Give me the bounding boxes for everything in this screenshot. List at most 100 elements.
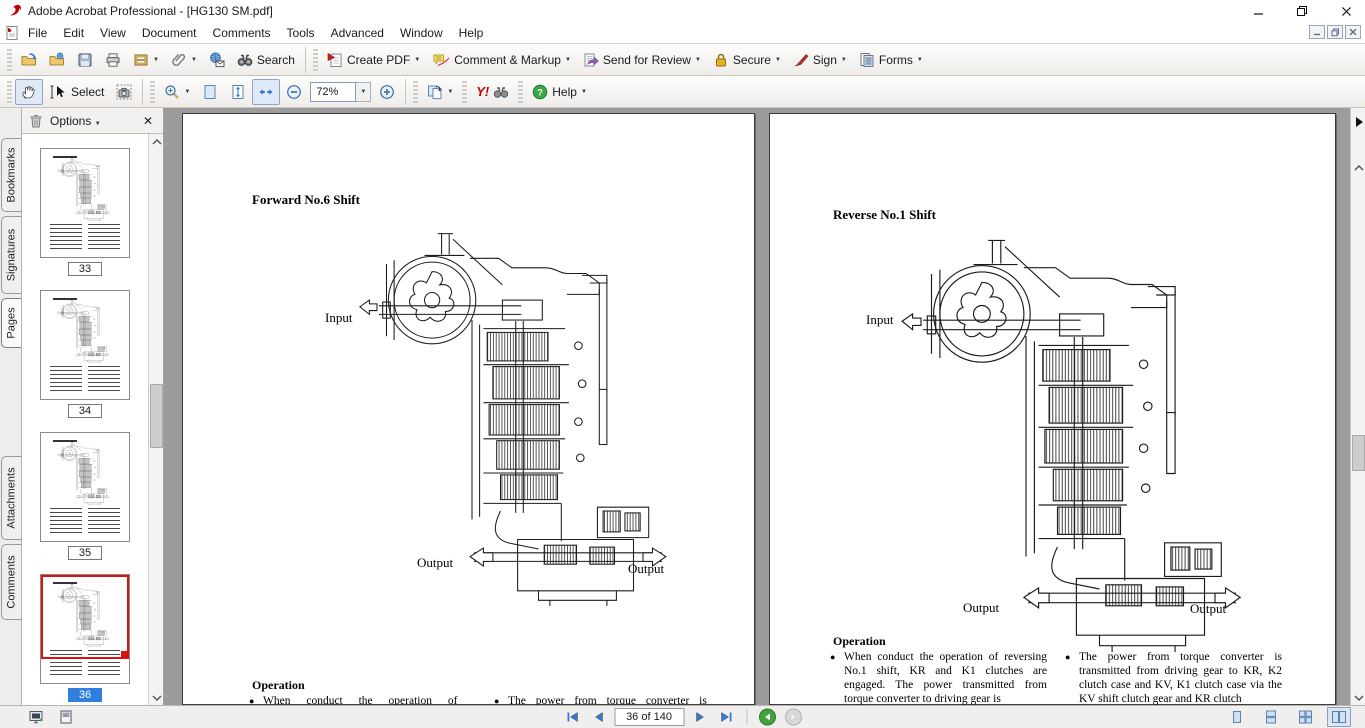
continuous-layout-button[interactable] [1259,707,1283,727]
zoom-dropdown-button[interactable]: ▼ [356,82,371,102]
thumbnail-item-33[interactable]: 33 [40,148,130,276]
menu-file[interactable]: File [20,24,55,42]
tab-pages[interactable]: Pages [1,298,21,348]
thumbnail-page-number[interactable]: 33 [68,262,102,276]
restore-button[interactable] [1291,2,1313,20]
last-page-button[interactable] [716,708,736,726]
thumbnail-page-number[interactable]: 34 [68,404,102,418]
thumbnail-image[interactable] [40,432,130,542]
previous-view-button[interactable] [757,708,777,726]
yahoo-search-button[interactable]: Y! [470,79,515,105]
thumbnail-image[interactable] [40,148,130,258]
zoom-value-input[interactable]: 72% [310,82,356,102]
options-menu-button[interactable]: Options ▼ [50,114,101,128]
fit-page-button[interactable] [196,79,224,105]
save-button[interactable] [71,47,99,73]
single-page-layout-button[interactable] [1225,707,1249,727]
snapshot-tool-button[interactable] [110,79,138,105]
document-scroll-thumb[interactable] [1352,435,1365,471]
facing-layout-button[interactable] [1327,707,1351,727]
page-indicator-input[interactable]: 36 of 140 [614,708,684,726]
next-page-button[interactable] [690,708,710,726]
open-web-button[interactable] [43,47,71,73]
menu-window[interactable]: Window [392,24,451,42]
forms-button[interactable]: Forms▼ [853,47,929,73]
thumbnail-item-35[interactable]: 35 [40,432,130,560]
toolbar-grip[interactable] [413,81,418,103]
sign-pen-icon [793,52,809,68]
panel-scroll-thumb[interactable] [150,384,163,448]
first-page-button[interactable] [562,708,582,726]
attach-button[interactable]: ▼ [165,47,203,73]
tab-comments[interactable]: Comments [1,544,21,620]
email-button[interactable] [203,47,231,73]
comment-markup-button[interactable]: Comment & Markup▼ [426,47,577,73]
menu-advanced[interactable]: Advanced [323,24,392,42]
thumbnail-item-34[interactable]: 34 [40,290,130,418]
thumbnail-image[interactable] [40,574,130,684]
fit-height-button[interactable] [224,79,252,105]
zoom-out-button[interactable] [280,79,308,105]
scroll-down-button[interactable] [149,690,164,705]
page-layout-controls [1225,707,1351,727]
search-button[interactable]: Search [231,47,301,73]
toolbar-grip[interactable] [150,81,155,103]
thumbnail-image[interactable] [40,290,130,400]
hand-tool-button[interactable] [15,79,43,105]
tab-attachments[interactable]: Attachments [1,456,21,540]
create-pdf-button[interactable]: Create PDF▼ [321,47,426,73]
page-view-indicator[interactable] [41,575,129,659]
panel-close-button[interactable]: ✕ [139,114,157,128]
dropdown-caret-icon: ▼ [695,57,701,63]
trash-icon[interactable] [28,113,44,129]
help-button[interactable]: ?Help▼ [526,79,593,105]
next-view-button[interactable] [783,708,803,726]
reading-mode-icon[interactable] [28,709,44,725]
menu-view[interactable]: View [92,24,134,42]
menu-edit[interactable]: Edit [55,24,92,42]
thumbnail-page-number[interactable]: 36 [68,688,102,702]
select-tool-button[interactable]: Select [43,79,110,105]
menu-help[interactable]: Help [451,24,492,42]
pane-toggle-button[interactable] [1351,114,1365,129]
menu-comments[interactable]: Comments [205,24,279,42]
close-button[interactable] [1335,2,1357,20]
toolbar-grip[interactable] [462,81,467,103]
sign-button[interactable]: Sign▼ [787,47,853,73]
open-button[interactable] [15,47,43,73]
scroll-down-button[interactable] [1351,690,1365,705]
tab-signatures[interactable]: Signatures [1,216,21,294]
secure-lock-icon [713,52,729,68]
previous-page-button[interactable] [588,708,608,726]
toolbar-grip[interactable] [7,49,12,71]
toolbar-grip[interactable] [7,81,12,103]
facing-pages-icon [1331,710,1347,724]
bullet: ● [494,694,508,705]
mdi-restore-button[interactable] [1327,25,1343,39]
scroll-up-button[interactable] [1351,160,1365,175]
toolbar-grip[interactable] [518,81,523,103]
mdi-close-button[interactable] [1345,25,1361,39]
fit-width-button[interactable] [252,79,280,105]
tab-bookmarks[interactable]: Bookmarks [1,138,21,212]
zoom-in-button[interactable] [373,79,401,105]
scroll-up-button[interactable] [149,134,164,149]
print-button[interactable] [99,47,127,73]
thumbnail-item-36[interactable]: 36 [40,574,130,702]
thumbnail-page-number[interactable]: 35 [68,546,102,560]
panel-scrollbar[interactable] [148,134,163,705]
zoom-tool-button[interactable]: ▼ [158,79,196,105]
organizer-button[interactable]: ▼ [127,47,165,73]
statusbar-separator [746,709,747,725]
continuous-facing-layout-button[interactable] [1293,707,1317,727]
mdi-minimize-button[interactable] [1309,25,1325,39]
menu-document[interactable]: Document [134,24,205,42]
send-for-review-button[interactable]: Send for Review▼ [577,47,707,73]
status-doc-icon[interactable] [58,709,74,725]
page-display-button[interactable]: ▼ [421,79,459,105]
secure-button[interactable]: Secure▼ [707,47,787,73]
minimize-button[interactable] [1247,2,1269,20]
toolbar-grip[interactable] [313,49,318,71]
menu-tools[interactable]: Tools [279,24,323,42]
document-scrollbar[interactable] [1350,108,1365,705]
